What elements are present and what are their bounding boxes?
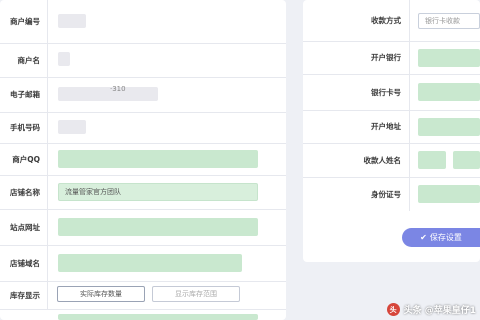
divider [47, 209, 48, 245]
shop-domain-row: 店铺域名 [0, 245, 286, 282]
email-row: 电子邮箱 ·310 [0, 77, 286, 113]
site-url-label: 站点网址 [10, 222, 40, 232]
shop-name-value: 流量管家官方团队 [65, 188, 121, 196]
payment-info-panel: 收款方式 银行卡收款 开户银行 银行卡号 开户地址 收款人姓名 身份证号 [303, 0, 480, 262]
watermark-text: 头条 @苹果皇仔1 [403, 306, 476, 316]
watermark: 头 头条 @苹果皇仔1 [386, 303, 476, 316]
stock-option-range-label: 显示库存范围 [175, 290, 217, 298]
shop-name-row: 店铺名称 流量管家官方团队 [0, 175, 286, 210]
qq-input-redacted[interactable] [58, 150, 258, 168]
bank-row: 开户银行 [303, 41, 480, 75]
divider [47, 175, 48, 209]
shop-name-label: 店铺名称 [10, 187, 40, 197]
stock-display-label: 库存显示 [10, 290, 40, 300]
divider [47, 112, 48, 143]
card-no-row: 银行卡号 [303, 74, 480, 111]
email-label: 电子邮箱 [10, 90, 40, 99]
divider [47, 0, 48, 43]
email-partial-text: ·310 [110, 85, 126, 93]
merchant-name-label: 商户名 [17, 55, 41, 65]
stock-option-actual-label: 实际库存数量 [80, 290, 122, 298]
merchant-no-value-redacted [58, 14, 86, 28]
shop-domain-label: 店铺域名 [10, 258, 40, 268]
divider [409, 177, 410, 211]
divider [409, 0, 410, 41]
id-no-row: 身份证号 [303, 177, 480, 211]
merchant-no-row: 商户编号 [0, 0, 286, 44]
bank-address-row: 开户地址 [303, 110, 480, 144]
bank-input-redacted[interactable] [418, 49, 480, 67]
divider [409, 41, 410, 74]
shop-name-input[interactable]: 流量管家官方团队 [58, 183, 258, 201]
divider [47, 245, 48, 281]
qq-label: 商户QQ [12, 154, 40, 164]
divider [47, 43, 48, 77]
payment-method-value: 银行卡收款 [425, 17, 460, 25]
merchant-no-label: 商户编号 [10, 17, 40, 26]
site-url-row: 站点网址 [0, 209, 286, 246]
phone-row: 手机号码 [0, 112, 286, 144]
card-no-label: 银行卡号 [371, 87, 401, 97]
stock-option-range[interactable]: 显示库存范围 [152, 286, 240, 302]
divider [409, 110, 410, 143]
id-no-label: 身份证号 [371, 189, 401, 199]
payment-method-select[interactable]: 银行卡收款 [418, 13, 480, 29]
stock-display-row: 库存显示 实际库存数量 显示库存范围 [0, 281, 286, 310]
merchant-name-row: 商户名 [0, 43, 286, 78]
divider [409, 74, 410, 110]
merchant-name-value-redacted [58, 52, 70, 66]
bank-address-label: 开户地址 [371, 122, 401, 131]
divider [47, 281, 48, 309]
check-icon: ✔ [420, 233, 427, 242]
qq-row: 商户QQ [0, 143, 286, 176]
id-no-input-redacted[interactable] [418, 185, 480, 203]
bank-address-input-redacted[interactable] [418, 118, 480, 136]
toutiao-logo-icon: 头 [386, 303, 400, 316]
divider [47, 77, 48, 112]
site-url-input-redacted[interactable] [58, 218, 258, 236]
payment-method-row: 收款方式 银行卡收款 [303, 0, 480, 42]
divider [47, 143, 48, 175]
next-field-redacted [58, 314, 258, 320]
phone-value-redacted [58, 120, 86, 134]
divider [409, 143, 410, 177]
save-settings-label: 保存设置 [429, 233, 462, 242]
shop-domain-input-redacted[interactable] [58, 254, 242, 272]
payee-name-input-redacted[interactable] [418, 151, 446, 169]
payee-name-label: 收款人姓名 [363, 155, 402, 165]
bank-label: 开户银行 [371, 53, 401, 62]
stock-option-actual[interactable]: 实际库存数量 [57, 286, 145, 302]
phone-label: 手机号码 [10, 123, 40, 132]
email-value-redacted [58, 87, 158, 101]
card-no-input-redacted[interactable] [418, 83, 480, 101]
save-settings-button[interactable]: ✔ 保存设置 [402, 228, 480, 247]
payee-name-row: 收款人姓名 [303, 143, 480, 178]
merchant-info-panel: 商户编号 商户名 电子邮箱 ·310 手机号码 商户QQ 店铺名称 流量管家官方… [0, 0, 286, 320]
payee-name-input-redacted [453, 151, 480, 169]
payment-method-label: 收款方式 [371, 16, 401, 25]
